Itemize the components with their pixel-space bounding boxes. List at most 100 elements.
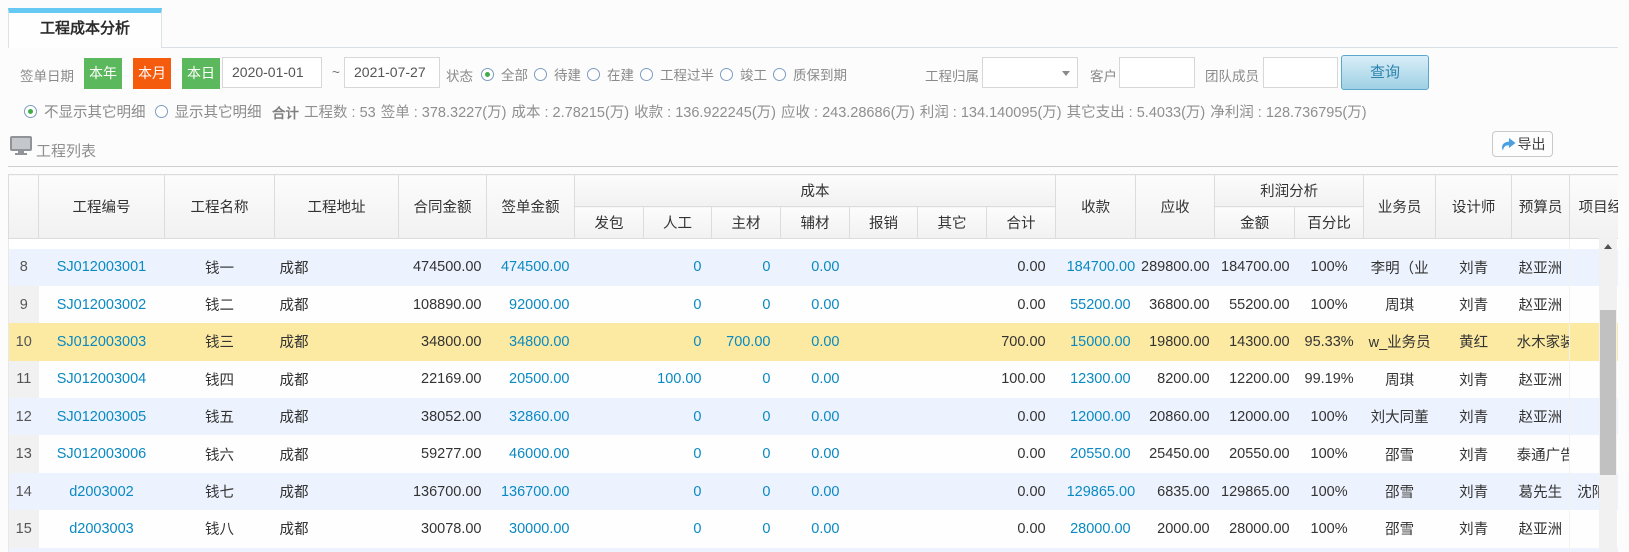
cell-material[interactable]: 0 xyxy=(712,249,781,286)
radio-icon[interactable] xyxy=(587,68,600,81)
cell-auxiliary[interactable]: 0.00 xyxy=(781,398,850,435)
cell-auxiliary[interactable]: 0.00 xyxy=(781,435,850,472)
cell-received[interactable]: 28000.00 xyxy=(1056,510,1136,547)
cell-labor[interactable]: 0 xyxy=(644,510,712,547)
cell-auxiliary[interactable]: 0.00 xyxy=(781,323,850,360)
cell-received[interactable]: 184700.00 xyxy=(1056,249,1136,286)
vertical-scrollbar[interactable] xyxy=(1599,238,1617,552)
cell-auxiliary[interactable]: 0.00 xyxy=(781,286,850,323)
cell-designer: 黄红 xyxy=(1436,323,1512,360)
radio-icon[interactable] xyxy=(720,68,733,81)
cell-labor[interactable]: 100.00 xyxy=(644,361,712,398)
cell-material[interactable]: 0 xyxy=(712,361,781,398)
table-row[interactable]: 11SJ012003004钱四成都22169.0020500.00100.000… xyxy=(9,361,1619,398)
cell-signed[interactable]: 34800.00 xyxy=(487,323,575,360)
cell-auxiliary[interactable]: 0.00 xyxy=(781,361,850,398)
status-option-5[interactable]: 质保到期 xyxy=(773,64,847,84)
this-day-button[interactable]: 本日 xyxy=(182,58,220,89)
cell-signed[interactable]: 474500.00 xyxy=(487,249,575,286)
detail-toggle-group: 不显示其它明细显示其它明细 xyxy=(24,96,262,126)
cell-estimator: 水木家装 xyxy=(1512,323,1570,360)
cell-code[interactable]: SJ012003002 xyxy=(39,286,165,323)
cell-received[interactable]: 15000.00 xyxy=(1056,323,1136,360)
col-addr: 工程地址 xyxy=(275,175,399,239)
cell-auxiliary[interactable]: 0.00 xyxy=(781,249,850,286)
cell-labor[interactable]: 0 xyxy=(644,473,712,510)
radio-icon[interactable] xyxy=(640,68,653,81)
cell-signed[interactable]: 92000.00 xyxy=(487,286,575,323)
date-to-input[interactable]: 2021-07-27 xyxy=(344,57,440,88)
cell-material[interactable]: 700.00 xyxy=(712,323,781,360)
cell-material[interactable]: 0 xyxy=(712,286,781,323)
cell-code[interactable]: d2003002 xyxy=(39,473,165,510)
cell-labor[interactable]: 0 xyxy=(644,323,712,360)
detail-option-1[interactable]: 显示其它明细 xyxy=(155,101,262,122)
cell-code[interactable]: SJ012003003 xyxy=(39,323,165,360)
radio-icon[interactable] xyxy=(534,68,547,81)
customer-input[interactable] xyxy=(1119,57,1195,88)
status-option-2[interactable]: 在建 xyxy=(587,64,634,84)
col-signed: 签单金额 xyxy=(487,175,575,239)
cell-material[interactable]: 0 xyxy=(712,398,781,435)
status-option-3[interactable]: 工程过半 xyxy=(640,64,714,84)
radio-icon[interactable] xyxy=(24,105,37,118)
cell-received[interactable]: 12300.00 xyxy=(1056,361,1136,398)
scroll-up-icon[interactable] xyxy=(1599,238,1617,255)
cell-signed[interactable]: 20500.00 xyxy=(487,361,575,398)
cell-signed[interactable]: 136700.00 xyxy=(487,473,575,510)
cell-received[interactable]: 20550.00 xyxy=(1056,435,1136,472)
cell-addr: 成都 xyxy=(275,398,399,435)
status-option-label: 全部 xyxy=(501,64,528,84)
cell-contract: 136700.00 xyxy=(399,473,487,510)
table-row[interactable]: 14d2003002钱七成都136700.00136700.00000.000.… xyxy=(9,473,1619,510)
radio-icon[interactable] xyxy=(481,68,494,81)
col-outsource: 发包 xyxy=(575,207,644,239)
cell-code[interactable]: SJ012003004 xyxy=(39,361,165,398)
status-option-0[interactable]: 全部 xyxy=(481,64,528,84)
cell-auxiliary[interactable]: 0.00 xyxy=(781,510,850,547)
cell-received[interactable]: 55200.00 xyxy=(1056,286,1136,323)
tab-project-cost-analysis[interactable]: 工程成本分析 xyxy=(8,8,162,48)
team-input[interactable] xyxy=(1263,57,1338,88)
belong-select[interactable] xyxy=(982,57,1078,88)
scroll-thumb[interactable] xyxy=(1600,310,1616,475)
cell-designer: 刘青 xyxy=(1436,510,1512,547)
this-month-button[interactable]: 本月 xyxy=(133,58,171,89)
cell-material[interactable]: 0 xyxy=(712,510,781,547)
cell-labor[interactable]: 0 xyxy=(644,398,712,435)
table-row[interactable]: 8SJ012003001钱一成都474500.00474500.00000.00… xyxy=(9,249,1619,286)
cell-code[interactable]: d2003003 xyxy=(39,510,165,547)
cell-signed[interactable]: 46000.00 xyxy=(487,435,575,472)
cell-code[interactable]: SJ012003006 xyxy=(39,435,165,472)
radio-icon[interactable] xyxy=(773,68,786,81)
cell-received[interactable]: 129865.00 xyxy=(1056,473,1136,510)
table-row[interactable]: 12SJ012003005钱五成都38052.0032860.00000.000… xyxy=(9,398,1619,435)
cell-labor[interactable]: 0 xyxy=(644,435,712,472)
search-button[interactable]: 查询 xyxy=(1341,55,1429,90)
status-option-1[interactable]: 待建 xyxy=(534,64,581,84)
cell-auxiliary[interactable]: 0.00 xyxy=(781,473,850,510)
status-option-4[interactable]: 竣工 xyxy=(720,64,767,84)
cell-material[interactable]: 0 xyxy=(712,473,781,510)
table-row[interactable]: 13SJ012003006钱六成都59277.0046000.00000.000… xyxy=(9,435,1619,472)
date-from-input[interactable]: 2020-01-01 xyxy=(222,57,322,88)
radio-icon[interactable] xyxy=(155,105,168,118)
table-row[interactable]: 15d2003003钱八成都30078.0030000.00000.000.00… xyxy=(9,510,1619,547)
cell-material[interactable]: 0 xyxy=(712,435,781,472)
cell-profit: 20550.00 xyxy=(1215,435,1295,472)
status-label: 状态 xyxy=(446,65,473,85)
cell-code[interactable]: SJ012003001 xyxy=(39,249,165,286)
table-row[interactable]: 10SJ012003003钱三成都34800.0034800.000700.00… xyxy=(9,323,1619,360)
col-cost_group: 成本 xyxy=(575,175,1056,207)
export-button[interactable]: 导出 xyxy=(1492,131,1553,157)
table-row[interactable]: 9SJ012003002钱二成都108890.0092000.00000.000… xyxy=(9,286,1619,323)
this-year-button[interactable]: 本年 xyxy=(84,58,122,89)
cell-signed[interactable]: 30000.00 xyxy=(487,510,575,547)
cell-labor[interactable]: 0 xyxy=(644,249,712,286)
detail-option-0[interactable]: 不显示其它明细 xyxy=(24,101,146,122)
cell-labor[interactable]: 0 xyxy=(644,286,712,323)
cell-received[interactable]: 12000.00 xyxy=(1056,398,1136,435)
cell-signed[interactable]: 32860.00 xyxy=(487,398,575,435)
summary-item: 签单 : 378.3227(万) xyxy=(381,105,507,121)
cell-code[interactable]: SJ012003005 xyxy=(39,398,165,435)
